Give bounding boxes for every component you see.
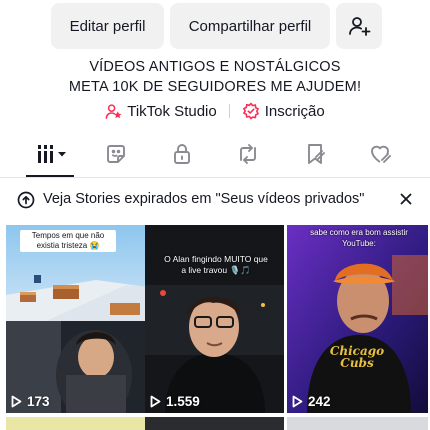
video-3-caption: sabe como era bom assistir YouTube:	[310, 228, 408, 248]
video-grid-next-row	[0, 417, 430, 430]
close-icon[interactable]	[400, 193, 412, 205]
lock-icon	[174, 144, 190, 164]
bio-line-2: META 10K DE SEGUIDORES ME AJUDEM!	[68, 79, 362, 95]
cloud-upload-icon	[17, 191, 35, 209]
play-icon	[150, 395, 161, 408]
tab-private[interactable]	[162, 138, 202, 170]
video-3-shirt-text: Chicago Cubs	[329, 344, 385, 370]
subscription-icon	[242, 102, 259, 120]
video-2-view-count: 1.559	[166, 394, 200, 409]
play-icon	[292, 395, 303, 408]
edit-profile-button[interactable]: Editar perfil	[51, 3, 164, 49]
tab-videos[interactable]	[32, 138, 72, 170]
profile-tabs	[0, 138, 430, 178]
video-2-caption: O Alan fingindo MUITO que a live travou …	[164, 254, 268, 275]
subscription-label: Inscrição	[264, 102, 325, 120]
video-3-frame	[287, 225, 428, 413]
share-profile-button[interactable]: Compartilhar perfil	[170, 3, 330, 49]
bio-line-1: VÍDEOS ANTIGOS E NOSTÁLGICOS	[89, 59, 341, 75]
video-thumbnail-4[interactable]	[6, 417, 147, 430]
video-1-caption: Tempos em que não existia tristeza 😭	[20, 230, 116, 252]
profile-bio: VÍDEOS ANTIGOS E NOSTÁLGICOS META 10K DE…	[0, 57, 430, 97]
video-thumbnail-3[interactable]: sabe como era bom assistir YouTube: Chic…	[287, 225, 428, 413]
tab-stickers[interactable]	[96, 138, 136, 170]
banner-text: Veja Stories expirados em "Seus vídeos p…	[43, 191, 365, 207]
edit-profile-label: Editar perfil	[69, 17, 146, 35]
stories-banner[interactable]: Veja Stories expirados em "Seus vídeos p…	[0, 182, 430, 218]
tab-liked[interactable]	[360, 138, 400, 170]
video-1-view-count: 173	[27, 394, 50, 409]
links-divider	[228, 104, 230, 118]
video-1-views: 173	[11, 394, 50, 409]
tab-reposts[interactable]	[228, 138, 268, 170]
sticker-icon	[107, 145, 125, 163]
person-add-icon	[349, 17, 371, 36]
tab-favorites[interactable]	[295, 138, 335, 170]
profile-actions: Editar perfil Compartilhar perfil	[51, 3, 382, 49]
chevron-down-icon	[58, 152, 66, 157]
video-thumbnail-1[interactable]: Tempos em que não existia tristeza 😭 173	[6, 225, 147, 413]
tiktok-studio-label: TikTok Studio	[127, 102, 217, 120]
liked-heart-icon	[371, 145, 391, 163]
subscription-link[interactable]: Inscrição	[242, 102, 325, 120]
tabs-divider	[0, 177, 430, 178]
share-profile-label: Compartilhar perfil	[188, 17, 312, 35]
video-thumbnail-6[interactable]	[287, 417, 428, 430]
video-thumbnail-5[interactable]	[145, 417, 284, 430]
bookmark-icon	[308, 144, 325, 164]
video-3-views: 242	[292, 394, 331, 409]
tiktok-studio-link[interactable]: TikTok Studio	[105, 102, 217, 120]
play-icon	[11, 395, 22, 408]
studio-person-icon	[105, 103, 122, 119]
video-thumbnail-2[interactable]: O Alan fingindo MUITO que a live travou …	[145, 225, 284, 413]
repost-icon	[240, 144, 256, 164]
grid-bars-icon	[38, 145, 66, 163]
video-1-frame	[6, 225, 147, 413]
video-3-view-count: 242	[308, 394, 331, 409]
add-friend-button[interactable]	[336, 3, 382, 49]
video-2-views: 1.559	[150, 394, 200, 409]
profile-links: TikTok Studio Inscrição	[0, 102, 430, 120]
